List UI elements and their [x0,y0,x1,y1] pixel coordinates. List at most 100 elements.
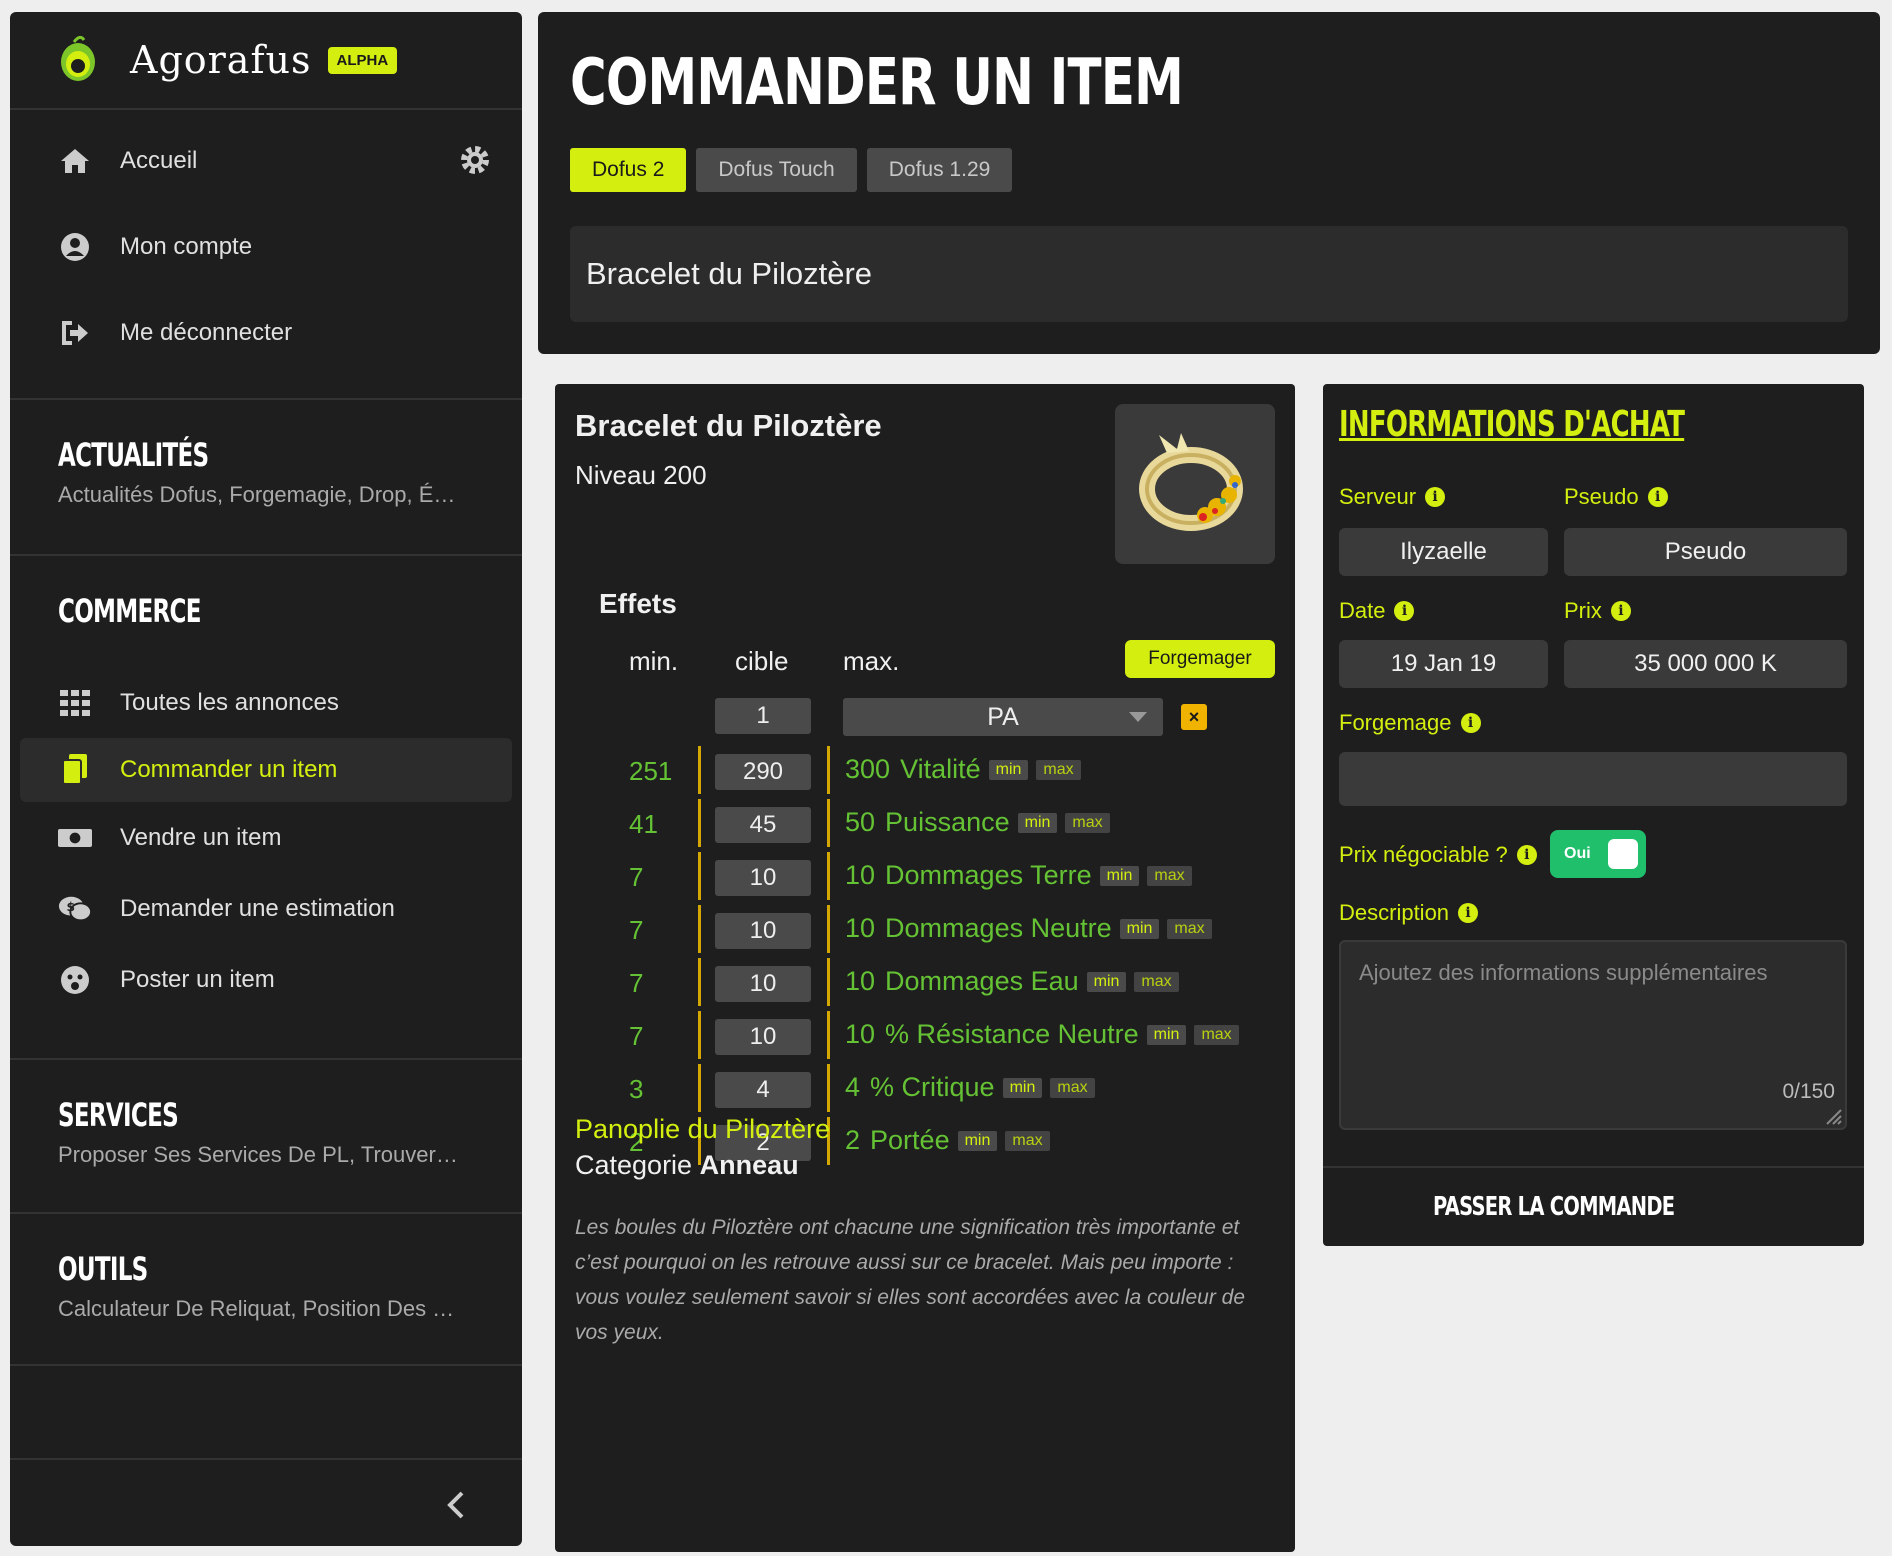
set-min-button[interactable]: min [957,1130,998,1151]
set-min-button[interactable]: min [1146,1024,1187,1045]
effect-select-value: PA [987,702,1019,731]
tab-dofus-129[interactable]: Dofus 1.29 [866,148,1013,192]
negotiable-label: Prix négociable ? i [1339,842,1537,868]
set-max-button[interactable]: max [1050,1077,1095,1098]
nav-toutes-annonces[interactable]: Toutes les annonces [10,668,522,738]
tab-dofus-2[interactable]: Dofus 2 [570,148,687,192]
set-max-button[interactable]: max [1005,1130,1050,1151]
brand[interactable]: Agorafus ALPHA [10,12,522,110]
set-max-button[interactable]: max [1134,971,1179,992]
effect-max: 2 Portée min max [845,1125,1050,1156]
set-max-button[interactable]: max [1147,865,1192,886]
forgemager-button[interactable]: Forgemager [1125,640,1275,678]
forgemage-input[interactable] [1339,752,1847,806]
item-search-input[interactable]: Bracelet du Piloztère [570,226,1848,322]
info-icon[interactable]: i [1516,845,1537,865]
set-min-button[interactable]: min [988,759,1029,780]
sidebar-collapse [10,1458,522,1546]
section-actualites[interactable]: ACTUALITÉS Actualités Dofus, Forgemagie,… [10,398,522,554]
effect-target-input[interactable]: 10 [715,1019,811,1055]
panoplie-link[interactable]: Panoplie du Piloztère [575,1114,830,1145]
nav-mon-compte[interactable]: Mon compte [10,204,522,290]
nav-poster-item[interactable]: Poster un item [10,944,522,1016]
header-panel: COMMANDER UN ITEM Dofus 2 Dofus Touch Do… [538,12,1880,354]
alpha-badge: ALPHA [327,46,398,74]
nav-vendre-item[interactable]: Vendre un item [10,802,522,874]
set-min-button[interactable]: min [1119,918,1160,939]
nav-deconnecter[interactable]: Me déconnecter [10,290,522,376]
home-icon [58,144,92,178]
pa-target-input[interactable]: 1 [715,698,811,734]
set-max-button[interactable]: max [1167,918,1212,939]
effect-target-input[interactable]: 10 [715,913,811,949]
face-icon [58,963,92,997]
description-label-text: Description [1339,900,1450,925]
game-tabs: Dofus 2 Dofus Touch Dofus 1.29 [570,148,1013,192]
nav-demander-estimation[interactable]: $ Demander une estimation [10,874,522,944]
chevron-down-icon [1129,712,1147,722]
gear-icon[interactable] [458,143,492,184]
section-outils[interactable]: OUTILS Calculateur De Reliquat, Position… [10,1212,522,1366]
effect-divider [698,746,701,794]
grid-icon [58,686,92,720]
effect-min: 7 [629,862,644,892]
effect-min: 7 [629,968,644,998]
nav-accueil[interactable]: Accueil [10,118,522,204]
negotiable-label-text: Prix négociable ? [1339,842,1508,867]
effect-target-input[interactable]: 45 [715,807,811,843]
info-icon[interactable]: i [1394,601,1415,621]
resize-handle-icon[interactable] [1821,1104,1843,1126]
price-input[interactable]: 35 000 000 K [1564,640,1847,688]
negotiable-toggle[interactable]: Oui [1550,830,1646,878]
avocado-logo-icon [58,34,98,87]
description-textarea[interactable]: Ajoutez des informations supplémentaires… [1339,940,1847,1130]
remove-icon[interactable]: × [1181,704,1207,730]
tab-dofus-touch[interactable]: Dofus Touch [696,148,857,192]
categorie-label: Categorie [575,1150,693,1180]
price-label-text: Prix [1564,598,1602,623]
effect-divider [827,799,830,847]
effect-row: 7 10 10 Dommages Terre min max [555,852,1295,904]
effect-max: 10 % Résistance Neutre min max [845,1019,1239,1050]
info-icon[interactable]: i [1425,487,1446,507]
item-level: Niveau 200 [575,460,707,490]
effect-divider [698,958,701,1006]
set-min-button[interactable]: min [1002,1077,1043,1098]
effect-divider [698,1064,701,1112]
effect-target-input[interactable]: 4 [715,1072,811,1108]
nav-commander-item[interactable]: Commander un item [20,738,512,802]
set-min-button[interactable]: min [1086,971,1127,992]
effect-row: 7 10 10 Dommages Neutre min max [555,905,1295,957]
submit-order-button[interactable]: PASSER LA COMMANDE [1323,1166,1864,1246]
effect-row: 7 10 10 Dommages Eau min max [555,958,1295,1010]
set-max-button[interactable]: max [1065,812,1110,833]
info-icon[interactable]: i [1458,903,1479,923]
server-label: Serveur i [1339,484,1446,510]
chevron-left-icon[interactable] [446,1490,466,1520]
effect-target-input[interactable]: 10 [715,860,811,896]
server-select[interactable]: Ilyzaelle [1339,528,1548,576]
effect-divider [827,1064,830,1112]
effect-max-value: 10 [845,966,876,996]
set-min-button[interactable]: min [1017,812,1058,833]
effect-target-input[interactable]: 290 [715,754,811,790]
set-max-button[interactable]: max [1036,759,1081,780]
set-max-button[interactable]: max [1194,1024,1239,1045]
effect-name: % Critique [870,1072,995,1102]
effect-min: 41 [629,809,658,839]
effect-select[interactable]: PA [843,698,1163,736]
info-icon[interactable]: i [1460,713,1481,733]
info-icon[interactable]: i [1610,601,1631,621]
effect-max-value: 10 [845,1019,876,1049]
effect-divider [827,746,830,794]
info-icon[interactable]: i [1647,487,1668,507]
item-description: Les boules du Piloztère ont chacune une … [575,1216,1246,1344]
forgemage-label-text: Forgemage [1339,710,1452,735]
set-min-button[interactable]: min [1099,865,1140,886]
effect-max: 4 % Critique min max [845,1072,1095,1103]
section-services[interactable]: SERVICES Proposer Ses Services De PL, Tr… [10,1058,522,1212]
date-input[interactable]: 19 Jan 19 [1339,640,1548,688]
effect-max-value: 4 [845,1072,861,1102]
pseudo-input[interactable]: Pseudo [1564,528,1847,576]
effect-target-input[interactable]: 10 [715,966,811,1002]
